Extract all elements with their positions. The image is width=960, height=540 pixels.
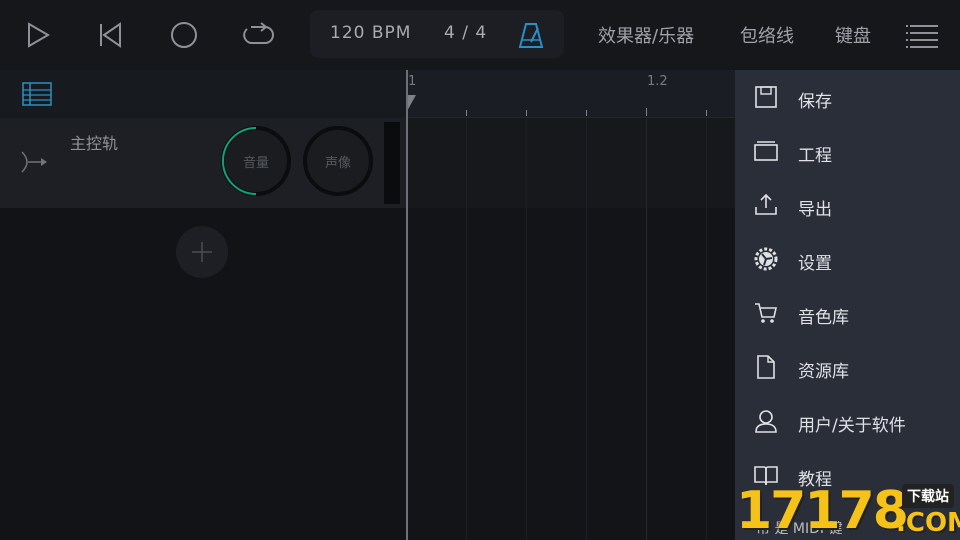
watermark-number: 17178 <box>736 481 909 540</box>
save-icon <box>755 86 777 108</box>
pan-label: 声像 <box>324 156 351 171</box>
menu-item-sound-library[interactable]: 音色库 <box>735 290 960 336</box>
bar-marker-1-2: 1.2 <box>647 74 668 89</box>
hamburger-menu-button[interactable] <box>906 22 940 50</box>
pan-knob[interactable]: 声像 <box>303 126 373 196</box>
master-track-row[interactable]: 主控轨 音量 声像 <box>0 118 406 208</box>
tempo-display[interactable]: 120 BPM <box>330 23 411 43</box>
watermark-tag: 下载站 <box>902 484 954 508</box>
grid-line <box>526 118 527 540</box>
time-signature-display[interactable]: 4 / 4 <box>444 23 487 43</box>
ruler-tick <box>706 110 707 116</box>
side-menu: 保存 工程 导出 设置 音色库 资源库 用户/关于软件 教程 <box>735 70 960 540</box>
bar-marker-1: 1 <box>408 74 417 89</box>
keyboard-menu[interactable]: 键盘 <box>835 22 871 48</box>
loop-icon <box>243 22 274 44</box>
effects-instruments-menu[interactable]: 效果器/乐器 <box>598 22 694 48</box>
ruler-tick <box>646 108 647 116</box>
ruler-tick <box>466 110 467 116</box>
envelope-menu[interactable]: 包络线 <box>740 22 794 48</box>
playhead[interactable] <box>406 70 408 540</box>
master-track-icon <box>21 151 47 173</box>
menu-item-label: 设置 <box>798 254 832 274</box>
cart-icon <box>755 303 777 323</box>
plus-icon <box>192 242 212 262</box>
grid-line <box>706 118 707 540</box>
menu-item-label: 用户/关于软件 <box>798 416 906 436</box>
loop-button[interactable] <box>236 14 280 56</box>
volume-knob[interactable]: 音量 <box>221 126 291 196</box>
add-track-button[interactable] <box>176 226 228 278</box>
menu-item-label: 保存 <box>798 92 832 112</box>
hamburger-menu-icon <box>906 25 938 48</box>
grid-line <box>586 118 587 540</box>
watermark: 帮 是 MIDI 键 17178 下载站 .COM <box>736 482 960 540</box>
metronome-button[interactable] <box>516 20 546 50</box>
grid-line <box>646 118 647 540</box>
settings-icon <box>754 247 778 271</box>
watermark-domain: .COM <box>896 508 960 538</box>
menu-item-label: 导出 <box>798 200 832 220</box>
file-icon <box>757 355 775 379</box>
record-button[interactable] <box>162 14 206 56</box>
ruler-tick <box>526 110 527 116</box>
menu-item-project[interactable]: 工程 <box>735 128 960 174</box>
toolbar: 120 BPM 4 / 4 效果器/乐器 包络线 键盘 <box>0 0 960 70</box>
volume-label: 音量 <box>242 156 269 171</box>
menu-item-user-about[interactable]: 用户/关于软件 <box>735 398 960 444</box>
menu-item-save[interactable]: 保存 <box>735 74 960 120</box>
ruler-tick <box>586 110 587 116</box>
menu-item-label: 音色库 <box>798 308 849 328</box>
record-icon <box>171 22 197 48</box>
menu-item-settings[interactable]: 设置 <box>735 236 960 282</box>
track-name[interactable]: 主控轨 <box>70 130 118 154</box>
track-list-button[interactable] <box>22 81 52 107</box>
level-meter <box>384 122 400 204</box>
grid-line <box>466 118 467 540</box>
track-list-header <box>0 70 406 118</box>
user-icon <box>755 410 777 433</box>
track-list-icon <box>22 82 52 106</box>
menu-item-label: 工程 <box>798 146 832 166</box>
play-button[interactable] <box>16 14 60 56</box>
app-root: 120 BPM 4 / 4 效果器/乐器 包络线 键盘 主控轨 音量 声像 1 … <box>0 0 960 540</box>
transport-display: 120 BPM 4 / 4 <box>310 10 564 58</box>
skip-back-icon <box>100 22 121 48</box>
project-icon <box>754 141 778 161</box>
export-icon <box>755 193 777 215</box>
menu-item-resource-library[interactable]: 资源库 <box>735 344 960 390</box>
menu-item-label: 资源库 <box>798 362 849 382</box>
play-icon <box>28 22 50 48</box>
metronome-icon <box>518 23 544 48</box>
menu-item-export[interactable]: 导出 <box>735 182 960 228</box>
skip-to-start-button[interactable] <box>88 14 132 56</box>
